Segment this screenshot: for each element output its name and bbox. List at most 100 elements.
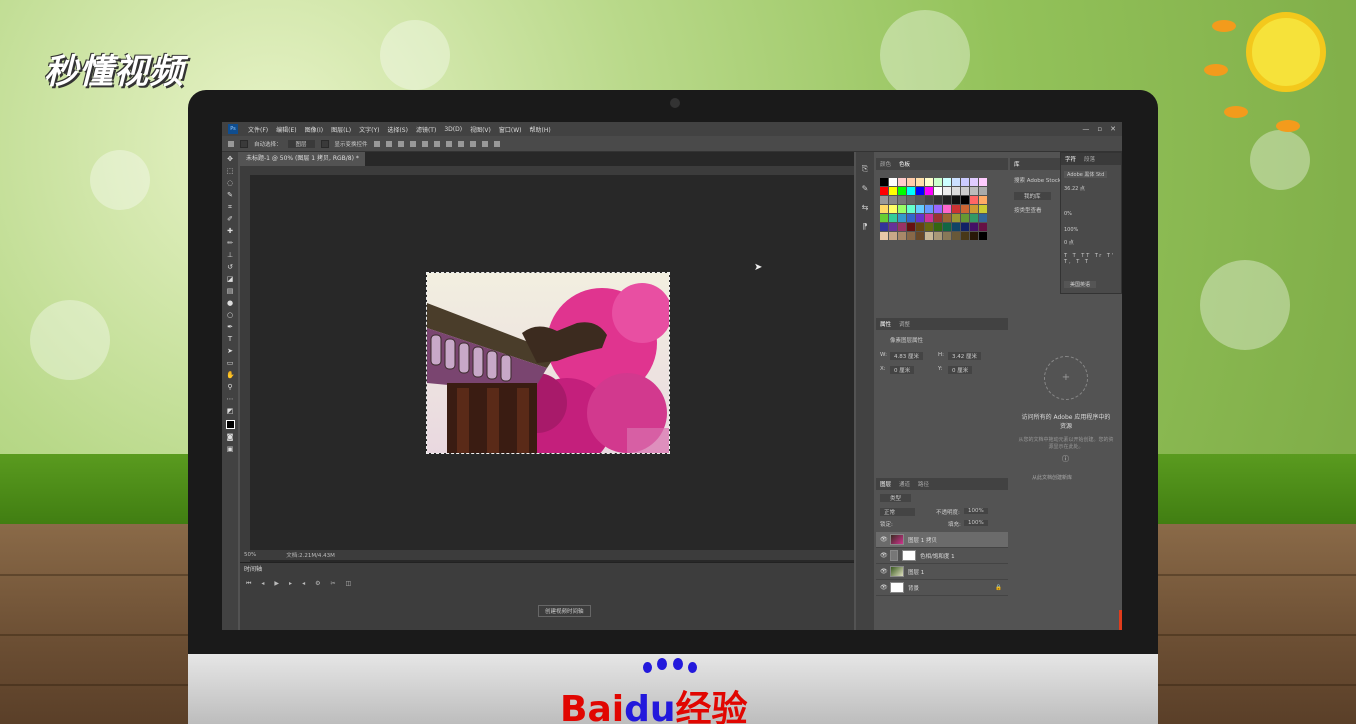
- color-swatch[interactable]: [934, 187, 942, 195]
- tracking-field[interactable]: 0%: [1064, 211, 1072, 217]
- create-library-link[interactable]: 从此文档创建新库: [1032, 474, 1072, 481]
- opacity-field[interactable]: 100%: [964, 508, 988, 514]
- color-swatch[interactable]: [943, 187, 951, 195]
- color-swatch[interactable]: [961, 178, 969, 186]
- audio-icon[interactable]: ◂: [302, 580, 305, 588]
- color-swatch[interactable]: [925, 232, 933, 240]
- color-swatch[interactable]: [943, 232, 951, 240]
- transform-checkbox[interactable]: [320, 139, 329, 148]
- marquee-tool-icon[interactable]: ⬚: [226, 168, 234, 175]
- align-bottom-icon[interactable]: [433, 140, 440, 147]
- y-field[interactable]: 0 厘米: [948, 366, 973, 374]
- color-swatch[interactable]: [916, 178, 924, 186]
- distribute-icon[interactable]: [445, 140, 452, 147]
- eraser-tool-icon[interactable]: ◪: [226, 276, 234, 283]
- zoom-tool-icon[interactable]: ⚲: [226, 384, 234, 391]
- tab-layers[interactable]: 图层: [880, 480, 891, 488]
- help-icon[interactable]: ⓘ: [1062, 454, 1069, 464]
- color-swatch[interactable]: [925, 214, 933, 222]
- color-swatch[interactable]: [961, 187, 969, 195]
- color-swatch[interactable]: [952, 214, 960, 222]
- color-swatch[interactable]: [889, 196, 897, 204]
- layer-dropdown[interactable]: 图层: [287, 139, 315, 148]
- color-swatch[interactable]: [925, 196, 933, 204]
- color-swatch[interactable]: [880, 214, 888, 222]
- menu-file[interactable]: 文件(F): [244, 125, 272, 134]
- text-style-buttons[interactable]: T T TT Tr T' T, T T: [1064, 253, 1121, 265]
- move-tool-icon[interactable]: ✥: [226, 156, 234, 163]
- color-swatch[interactable]: [934, 223, 942, 231]
- color-swatch[interactable]: [916, 223, 924, 231]
- color-swatch[interactable]: [952, 187, 960, 195]
- stamp-tool-icon[interactable]: ⊥: [226, 252, 234, 259]
- tab-channels[interactable]: 通道: [899, 480, 910, 488]
- library-search-input[interactable]: 搜索 Adobe Stock: [1014, 176, 1061, 184]
- tab-adjustments[interactable]: 调整: [899, 320, 910, 328]
- vertical-scale-field[interactable]: 100%: [1064, 227, 1078, 233]
- color-swatch[interactable]: [970, 205, 978, 213]
- create-video-timeline-button[interactable]: 创建视频时间轴: [538, 605, 591, 617]
- menu-layer[interactable]: 图层(L): [327, 125, 355, 134]
- color-swatch[interactable]: [934, 232, 942, 240]
- color-swatch[interactable]: [889, 178, 897, 186]
- history-icon[interactable]: ⎘: [862, 164, 868, 174]
- timeline-tab[interactable]: 时间轴: [244, 564, 262, 573]
- color-swatch[interactable]: [961, 196, 969, 204]
- document-info[interactable]: 文档:2.21M/4.43M: [286, 551, 335, 559]
- menu-image[interactable]: 图像(I): [301, 125, 327, 134]
- color-swatch[interactable]: [952, 205, 960, 213]
- layer-row[interactable]: 👁 图层 1 拷贝: [876, 532, 1008, 548]
- align-left-icon[interactable]: [373, 140, 380, 147]
- paragraph-icon[interactable]: ⁋: [862, 222, 867, 231]
- layer-row[interactable]: 👁 图层 1: [876, 564, 1008, 580]
- color-swatch[interactable]: [907, 223, 915, 231]
- play-icon[interactable]: ▶: [274, 580, 279, 588]
- color-swatch[interactable]: [943, 214, 951, 222]
- color-swatch[interactable]: [970, 178, 978, 186]
- color-swatch[interactable]: [952, 232, 960, 240]
- color-swatch[interactable]: [916, 205, 924, 213]
- align-middle-icon[interactable]: [421, 140, 428, 147]
- document-canvas[interactable]: [426, 272, 670, 454]
- maximize-button[interactable]: ▫: [1097, 125, 1102, 133]
- x-field[interactable]: 0 厘米: [890, 366, 915, 374]
- gradient-tool-icon[interactable]: ▤: [226, 288, 234, 295]
- color-swatch[interactable]: [907, 232, 915, 240]
- menu-3d[interactable]: 3D(D): [440, 126, 466, 133]
- color-swatch[interactable]: [925, 223, 933, 231]
- distribute-icon[interactable]: [457, 140, 464, 147]
- screen-mode-icon[interactable]: ▣: [226, 446, 234, 453]
- transition-icon[interactable]: ◫: [346, 580, 352, 588]
- color-swatch[interactable]: [970, 232, 978, 240]
- color-swatch[interactable]: [898, 232, 906, 240]
- color-swatch[interactable]: [979, 232, 987, 240]
- color-swatch[interactable]: [979, 223, 987, 231]
- color-swatch[interactable]: [889, 232, 897, 240]
- color-swatch[interactable]: [898, 178, 906, 186]
- color-swatch[interactable]: [907, 214, 915, 222]
- menu-filter[interactable]: 滤镜(T): [412, 125, 440, 134]
- color-swatch[interactable]: [934, 178, 942, 186]
- tab-swatches[interactable]: 色板: [899, 160, 910, 168]
- brush-tool-icon[interactable]: ✏: [226, 240, 234, 247]
- document-tab[interactable]: 未标题-1 @ 50% (图层 1 拷贝, RGB/8) *: [240, 152, 365, 166]
- color-swatch[interactable]: [880, 232, 888, 240]
- color-swatch[interactable]: [952, 223, 960, 231]
- visibility-eye-icon[interactable]: 👁: [880, 552, 888, 559]
- layer-filter-dropdown[interactable]: 类型: [880, 494, 912, 502]
- color-swatch[interactable]: [943, 205, 951, 213]
- split-icon[interactable]: ✂: [330, 580, 335, 588]
- minimize-button[interactable]: —: [1082, 125, 1089, 133]
- color-swatch[interactable]: [961, 205, 969, 213]
- color-swatch[interactable]: [880, 223, 888, 231]
- color-swatch[interactable]: [907, 187, 915, 195]
- menu-help[interactable]: 帮助(H): [526, 125, 555, 134]
- tab-color[interactable]: 颜色: [880, 160, 891, 168]
- menu-select[interactable]: 选择(S): [383, 125, 412, 134]
- color-swatch[interactable]: [916, 214, 924, 222]
- quick-mask-icon[interactable]: ◙: [226, 434, 234, 441]
- color-swatch[interactable]: [961, 214, 969, 222]
- distribute-icon[interactable]: [469, 140, 476, 147]
- menu-window[interactable]: 窗口(W): [495, 125, 526, 134]
- color-swatch[interactable]: [898, 205, 906, 213]
